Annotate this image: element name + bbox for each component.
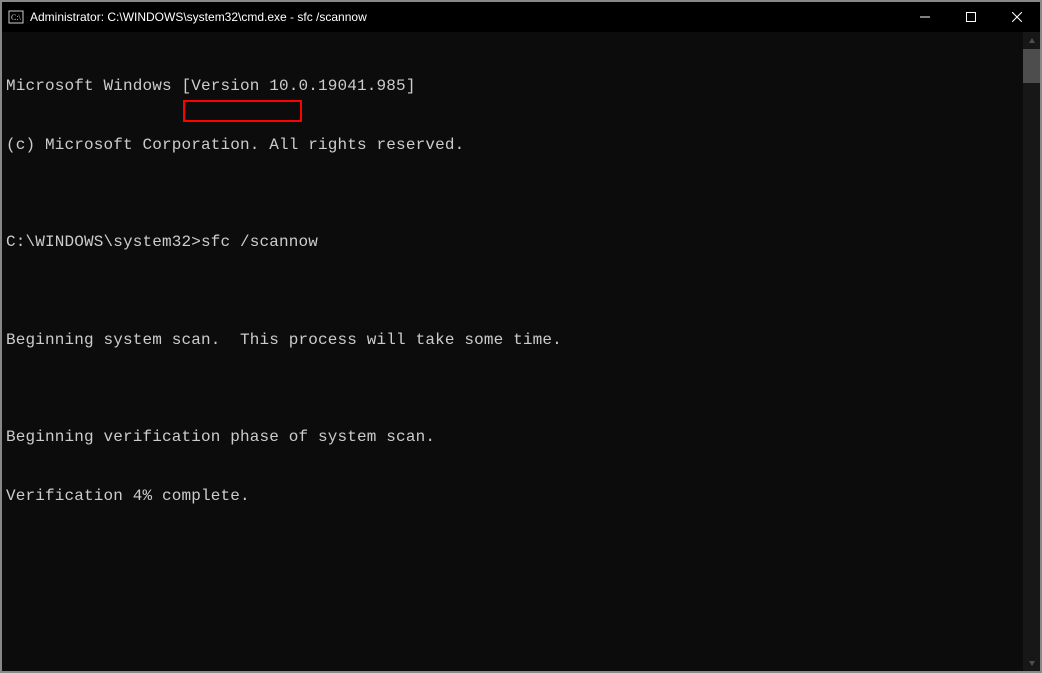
output-line: Microsoft Windows [Version 10.0.19041.98… xyxy=(6,77,1018,97)
scroll-up-arrow-icon[interactable] xyxy=(1023,32,1040,49)
scroll-thumb[interactable] xyxy=(1023,49,1040,83)
output-line: Beginning system scan. This process will… xyxy=(6,331,1018,351)
maximize-button[interactable] xyxy=(948,2,994,32)
output-line: Beginning verification phase of system s… xyxy=(6,428,1018,448)
minimize-button[interactable] xyxy=(902,2,948,32)
titlebar-left: C:\ Administrator: C:\WINDOWS\system32\c… xyxy=(8,9,367,25)
output-line: (c) Microsoft Corporation. All rights re… xyxy=(6,136,1018,156)
output-line: Verification 4% complete. xyxy=(6,487,1018,507)
prompt-line: C:\WINDOWS\system32>sfc /scannow xyxy=(6,233,1018,253)
svg-text:C:\: C:\ xyxy=(11,13,22,22)
scroll-down-arrow-icon[interactable] xyxy=(1023,654,1040,671)
close-button[interactable] xyxy=(994,2,1040,32)
cmd-icon: C:\ xyxy=(8,9,24,25)
prompt-command: sfc /scannow xyxy=(201,233,318,253)
terminal-output[interactable]: Microsoft Windows [Version 10.0.19041.98… xyxy=(2,32,1022,671)
terminal-area: Microsoft Windows [Version 10.0.19041.98… xyxy=(2,32,1040,671)
prompt-prefix: C:\WINDOWS\system32> xyxy=(6,233,201,253)
window-title: Administrator: C:\WINDOWS\system32\cmd.e… xyxy=(30,10,367,24)
titlebar[interactable]: C:\ Administrator: C:\WINDOWS\system32\c… xyxy=(2,2,1040,32)
window-controls xyxy=(902,2,1040,32)
vertical-scrollbar[interactable] xyxy=(1023,32,1040,671)
